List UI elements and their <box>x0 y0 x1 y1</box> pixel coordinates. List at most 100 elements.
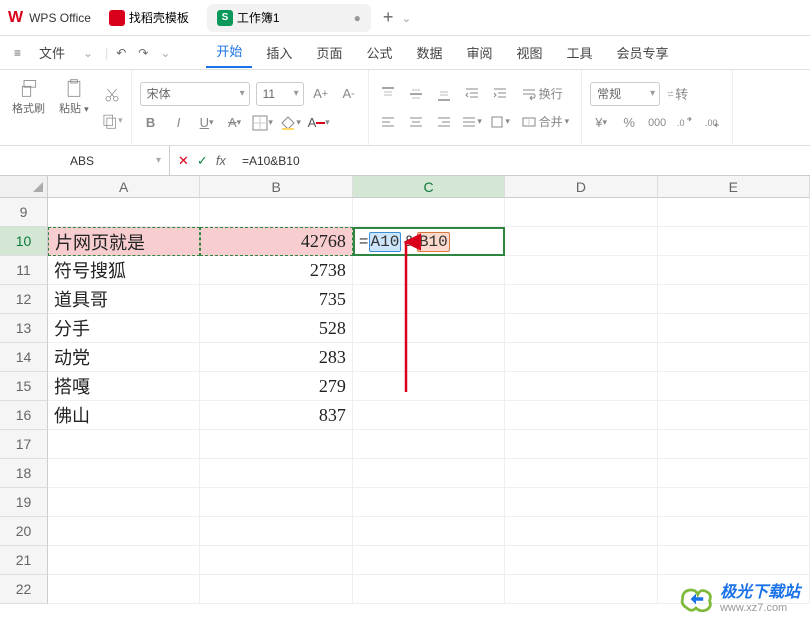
paste-button[interactable]: 粘贴 ▾ <box>55 76 93 139</box>
cell[interactable] <box>505 343 657 372</box>
add-tab-button[interactable]: + <box>383 7 394 28</box>
increase-indent-button[interactable] <box>489 83 511 105</box>
cell[interactable] <box>505 372 657 401</box>
cell[interactable]: 动党 <box>48 343 200 372</box>
chevron-down-icon[interactable]: ▾ <box>156 155 161 166</box>
cell[interactable] <box>658 198 810 227</box>
menu-formula[interactable]: 公式 <box>356 39 402 66</box>
cell[interactable] <box>505 227 657 256</box>
cell[interactable] <box>353 430 505 459</box>
cell[interactable]: 528 <box>200 314 352 343</box>
qat-chevron-icon[interactable]: ⌄ <box>160 46 170 60</box>
cell[interactable] <box>658 459 810 488</box>
column-header[interactable]: B <box>200 176 352 198</box>
column-header[interactable]: C <box>353 176 505 198</box>
cell[interactable] <box>658 517 810 546</box>
align-middle-button[interactable] <box>405 83 427 105</box>
underline-button[interactable]: U▾ <box>196 112 218 134</box>
align-left-button[interactable] <box>377 111 399 133</box>
cell[interactable]: 搭嘎 <box>48 372 200 401</box>
cell[interactable] <box>48 488 200 517</box>
cell[interactable] <box>200 459 352 488</box>
convert-button[interactable]: 转 <box>666 83 688 105</box>
name-box[interactable]: ABS ▾ <box>0 146 170 175</box>
cell[interactable] <box>658 285 810 314</box>
cell[interactable] <box>200 546 352 575</box>
formula-confirm-button[interactable]: ✓ <box>197 153 208 169</box>
cell[interactable]: 42768 <box>200 227 352 256</box>
chevron-down-icon[interactable]: ⌄ <box>83 46 93 60</box>
formula-input[interactable]: =A10&B10 <box>234 154 810 168</box>
align-bottom-button[interactable] <box>433 83 455 105</box>
menu-file[interactable]: 文件 <box>29 39 75 66</box>
cell[interactable] <box>505 517 657 546</box>
row-header[interactable]: 20 <box>0 517 48 546</box>
cell[interactable] <box>505 285 657 314</box>
wrap-text-button[interactable]: 换行 <box>517 83 567 104</box>
comma-button[interactable]: 000 <box>646 112 668 134</box>
hamburger-icon[interactable]: ≡ <box>10 42 25 64</box>
cell[interactable] <box>200 430 352 459</box>
fx-button[interactable]: fx <box>216 153 226 168</box>
cell[interactable] <box>353 372 505 401</box>
cut-button[interactable] <box>101 84 123 106</box>
decrease-decimal-button[interactable]: .0 <box>674 112 696 134</box>
increase-decimal-button[interactable]: .00 <box>702 112 724 134</box>
cell[interactable] <box>505 575 657 604</box>
borders-button[interactable]: ▾ <box>252 112 274 134</box>
cell[interactable]: 佛山 <box>48 401 200 430</box>
italic-button[interactable]: I <box>168 112 190 134</box>
merge-button[interactable]: 合并▾ <box>517 111 574 132</box>
cell[interactable] <box>658 256 810 285</box>
cell[interactable] <box>505 546 657 575</box>
number-format-select[interactable]: 常规▾ <box>590 82 660 106</box>
cell[interactable] <box>353 546 505 575</box>
cell[interactable] <box>353 314 505 343</box>
cell[interactable] <box>658 314 810 343</box>
tab-templates[interactable]: 找稻壳模板 <box>99 4 199 32</box>
cell[interactable] <box>353 401 505 430</box>
cell[interactable] <box>353 459 505 488</box>
cell[interactable] <box>48 546 200 575</box>
decrease-indent-button[interactable] <box>461 83 483 105</box>
align-center-button[interactable] <box>405 111 427 133</box>
cell[interactable] <box>505 401 657 430</box>
menu-start[interactable]: 开始 <box>206 37 252 68</box>
cell[interactable]: 片网页就是 <box>48 227 200 256</box>
cell[interactable] <box>48 575 200 604</box>
row-header[interactable]: 12 <box>0 285 48 314</box>
row-header[interactable]: 17 <box>0 430 48 459</box>
cell[interactable] <box>505 459 657 488</box>
menu-insert[interactable]: 插入 <box>256 39 302 66</box>
cell[interactable]: 分手 <box>48 314 200 343</box>
column-header[interactable]: D <box>505 176 657 198</box>
select-all-corner[interactable] <box>0 176 48 198</box>
cell[interactable]: 283 <box>200 343 352 372</box>
align-top-button[interactable] <box>377 83 399 105</box>
cell[interactable] <box>353 343 505 372</box>
row-header[interactable]: 14 <box>0 343 48 372</box>
percent-button[interactable]: % <box>618 112 640 134</box>
cell[interactable] <box>658 401 810 430</box>
cell[interactable] <box>353 285 505 314</box>
row-header[interactable]: 22 <box>0 575 48 604</box>
menu-data[interactable]: 数据 <box>406 39 452 66</box>
cells-grid[interactable]: 片网页就是42768= A10 & B10符号搜狐2738道具哥735分手528… <box>48 198 810 621</box>
cell[interactable] <box>505 488 657 517</box>
cell[interactable] <box>200 198 352 227</box>
row-header[interactable]: 9 <box>0 198 48 227</box>
close-icon[interactable]: ● <box>354 11 361 25</box>
cell[interactable] <box>658 372 810 401</box>
row-header[interactable]: 21 <box>0 546 48 575</box>
cell[interactable]: 符号搜狐 <box>48 256 200 285</box>
cell[interactable] <box>200 517 352 546</box>
increase-font-button[interactable]: A+ <box>310 83 332 105</box>
copy-button[interactable]: ▾ <box>101 110 123 132</box>
orientation-button[interactable]: ▾ <box>489 111 511 133</box>
undo-icon[interactable]: ↶ <box>112 42 130 64</box>
format-painter-button[interactable]: 格式刷 <box>8 76 49 139</box>
cell[interactable] <box>48 430 200 459</box>
cell[interactable]: 279 <box>200 372 352 401</box>
cell[interactable] <box>505 430 657 459</box>
row-header[interactable]: 11 <box>0 256 48 285</box>
